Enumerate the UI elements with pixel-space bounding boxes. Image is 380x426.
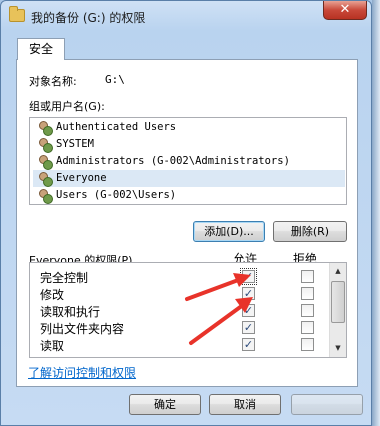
folder-icon xyxy=(9,6,25,22)
permission-name: 读取和执行 xyxy=(40,305,101,319)
user-group-icon xyxy=(38,172,53,187)
list-item-selected[interactable]: Everyone xyxy=(33,170,345,187)
users-list[interactable]: Authenticated Users SYSTEM Administrator… xyxy=(29,117,347,205)
list-item[interactable]: Authenticated Users xyxy=(36,119,336,136)
deny-list-folder-checkbox[interactable] xyxy=(301,321,314,334)
scroll-down-icon[interactable]: ▼ xyxy=(330,340,346,356)
tab-security[interactable]: 安全 xyxy=(17,38,65,60)
table-row: 读取和执行 ✓ xyxy=(30,302,330,319)
scroll-thumb[interactable] xyxy=(331,281,345,323)
table-row: 修改 ✓ xyxy=(30,285,330,302)
user-group-icon xyxy=(38,138,53,153)
object-name-label: 对象名称: xyxy=(29,75,77,88)
list-item[interactable]: Users (G-002\Users) xyxy=(36,187,336,204)
deny-read-execute-checkbox[interactable] xyxy=(301,304,314,317)
permission-name: 列出文件夹内容 xyxy=(40,322,125,336)
table-row: 读取 ✓ xyxy=(30,336,330,353)
access-control-help-link[interactable]: 了解访问控制和权限 xyxy=(28,364,136,381)
annotation-arrow-icon xyxy=(189,297,253,345)
apply-button[interactable] xyxy=(291,394,363,415)
remove-button[interactable]: 删除(R) xyxy=(273,221,347,242)
add-button[interactable]: 添加(D)... xyxy=(193,221,265,242)
list-item[interactable]: SYSTEM xyxy=(36,136,336,153)
deny-read-checkbox[interactable] xyxy=(301,338,314,351)
user-name: SYSTEM xyxy=(56,138,94,150)
user-name: Users (G-002\Users) xyxy=(56,189,177,201)
close-button[interactable]: ✕ xyxy=(323,1,367,20)
permission-name: 读取 xyxy=(40,339,65,353)
title-bar[interactable]: 我的备份 (G:) 的权限 ✕ xyxy=(1,1,373,31)
cancel-button[interactable]: 取消 xyxy=(209,394,281,415)
table-row: 列出文件夹内容 ✓ xyxy=(30,319,330,336)
user-name: Everyone xyxy=(56,172,107,184)
users-list-label: 组或用户名(G): xyxy=(29,100,105,113)
permissions-dialog: 我的备份 (G:) 的权限 ✕ 安全 对象名称: G:\ 组或用户名(G): A… xyxy=(0,0,372,426)
user-name: Authenticated Users xyxy=(56,121,177,133)
object-name-value: G:\ xyxy=(105,73,125,86)
deny-full-control-checkbox[interactable] xyxy=(301,270,314,283)
scroll-up-icon[interactable]: ▲ xyxy=(330,263,346,279)
table-row: 完全控制 ✓ xyxy=(30,268,330,285)
permission-name: 修改 xyxy=(40,288,65,302)
ok-button[interactable]: 确定 xyxy=(129,394,201,415)
permission-name: 完全控制 xyxy=(40,271,89,285)
user-group-icon xyxy=(38,155,53,170)
list-item[interactable]: Administrators (G-002\Administrators) xyxy=(36,153,336,170)
deny-modify-checkbox[interactable] xyxy=(301,287,314,300)
user-name: Administrators (G-002\Administrators) xyxy=(56,155,290,167)
user-group-icon xyxy=(38,189,53,204)
window-title: 我的备份 (G:) 的权限 xyxy=(31,11,146,25)
permissions-scrollbar[interactable]: ▲ ▼ xyxy=(329,263,346,357)
background-window-edge xyxy=(372,0,380,426)
user-group-icon xyxy=(38,121,53,136)
